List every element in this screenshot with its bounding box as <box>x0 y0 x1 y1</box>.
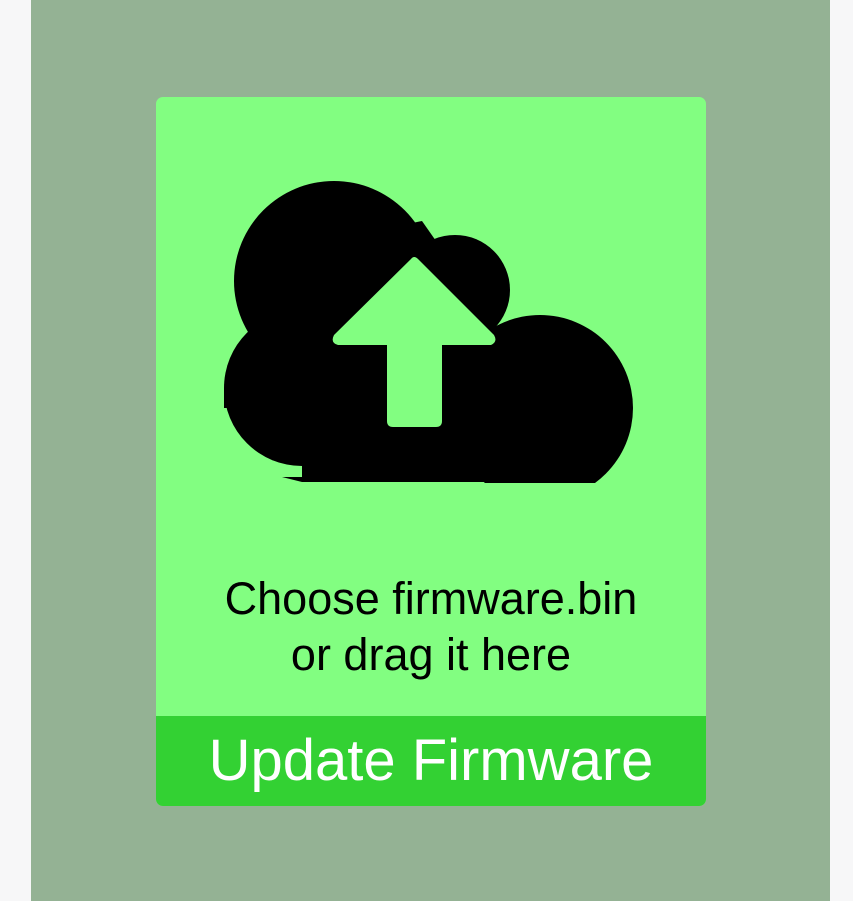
prompt-line-choose: Choose firmware.bin <box>224 573 638 624</box>
page-container: Choose firmware.bin or drag it here Upda… <box>31 0 830 901</box>
update-firmware-button[interactable]: Update Firmware <box>156 716 706 806</box>
prompt-line-drag: or drag it here <box>290 629 572 680</box>
dropzone-prompt: Choose firmware.bin or drag it here <box>156 571 706 683</box>
firmware-dropzone[interactable]: Choose firmware.bin or drag it here Upda… <box>156 97 706 806</box>
cloud-upload-icon <box>224 181 633 483</box>
